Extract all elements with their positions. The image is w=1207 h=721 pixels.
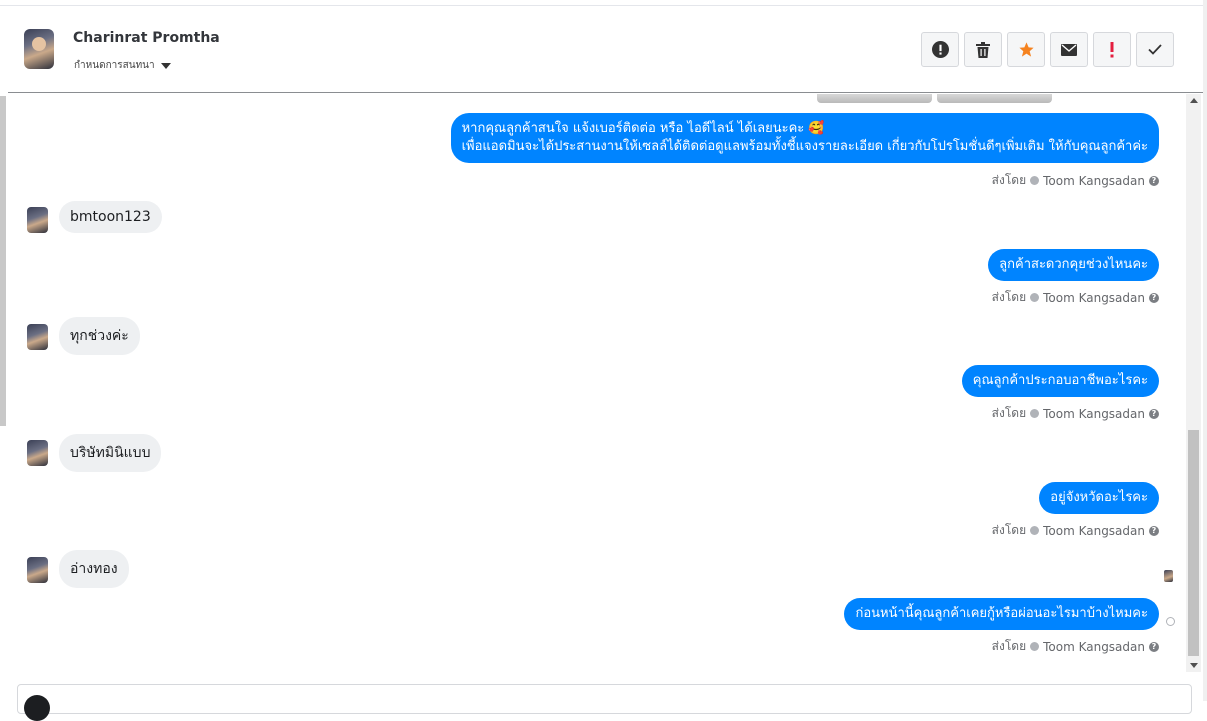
help-icon[interactable]: ? [1149, 641, 1159, 652]
alert-icon [931, 41, 949, 58]
verified-icon [1030, 176, 1040, 185]
help-icon[interactable]: ? [1149, 292, 1159, 303]
verified-icon [1030, 526, 1040, 535]
mail-icon [1061, 43, 1077, 56]
sent-by-label: ส่งโดย [991, 523, 1027, 537]
outgoing-message[interactable]: อยู่จังหวัดอะไรคะ [1039, 482, 1159, 514]
message-line: หากคุณลูกค้าสนใจ แจ้งเบอร์ติดต่อ หรือ ไอ… [461, 121, 825, 136]
incoming-message[interactable]: อ่างทอง [59, 550, 129, 588]
seen-avatar [1164, 570, 1173, 582]
caret-down-icon [160, 62, 171, 69]
sent-by-info: ส่งโดย Toom Kangsadan ? [992, 521, 1159, 540]
image-thumbnail[interactable] [817, 94, 932, 103]
previous-image-attachments [817, 94, 1052, 103]
sent-by-info: ส่งโดย Toom Kangsadan ? [992, 288, 1159, 307]
agent-avatar [24, 695, 50, 721]
outgoing-message[interactable]: ลูกค้าสะดวกคุยช่วงไหนคะ [988, 249, 1159, 281]
contact-avatar-small [27, 440, 48, 466]
agent-name[interactable]: Toom Kangsadan [1043, 174, 1145, 188]
conversation-toolbar [921, 32, 1174, 67]
report-button[interactable] [921, 32, 959, 67]
sent-by-label: ส่งโดย [991, 639, 1027, 653]
conversation-header: Charinrat Promtha กำหนดการสนทนา [8, 6, 1203, 93]
check-icon [1148, 44, 1162, 55]
outgoing-message[interactable]: ก่อนหน้านี้คุณลูกค้าเคยกู้หรือผ่อนอะไรมา… [844, 598, 1159, 630]
thread-scrollbar[interactable] [1186, 94, 1201, 672]
scrollbar-thumb[interactable] [1188, 430, 1199, 656]
help-icon[interactable]: ? [1149, 175, 1159, 186]
trash-icon [976, 41, 990, 58]
sent-by-info: ส่งโดย Toom Kangsadan ? [992, 171, 1159, 190]
verified-icon [1030, 642, 1040, 651]
conversation-schedule-dropdown[interactable]: กำหนดการสนทนา [74, 58, 171, 73]
mark-important-button[interactable] [1093, 32, 1131, 67]
agent-name[interactable]: Toom Kangsadan [1043, 407, 1145, 421]
message-text: ก่อนหน้านี้คุณลูกค้าเคยกู้หรือผ่อนอะไรมา… [855, 606, 1148, 621]
mail-button[interactable] [1050, 32, 1088, 67]
star-button[interactable] [1007, 32, 1045, 67]
delete-button[interactable] [964, 32, 1002, 67]
star-icon [1018, 42, 1034, 57]
incoming-message[interactable]: บริษัทมินิแบบ [59, 434, 162, 472]
help-icon[interactable]: ? [1149, 525, 1159, 536]
help-icon[interactable]: ? [1149, 408, 1159, 419]
scroll-down-arrow-icon[interactable] [1190, 663, 1198, 668]
left-panel-scrollbar[interactable] [0, 96, 6, 426]
important-icon [1110, 41, 1114, 57]
sent-by-label: ส่งโดย [991, 290, 1027, 304]
outgoing-message[interactable]: หากคุณลูกค้าสนใจ แจ้งเบอร์ติดต่อ หรือ ไอ… [450, 113, 1159, 163]
incoming-message[interactable]: ทุกช่วงค่ะ [59, 317, 140, 355]
agent-name[interactable]: Toom Kangsadan [1043, 524, 1145, 538]
window-edge [1203, 0, 1207, 701]
sent-by-label: ส่งโดย [991, 406, 1027, 420]
chat-window: Charinrat Promtha กำหนดการสนทนา หากคุณลู… [0, 0, 1207, 721]
outgoing-message[interactable]: คุณลูกค้าประกอบอาชีพอะไรคะ [961, 365, 1159, 397]
mark-done-button[interactable] [1136, 32, 1174, 67]
contact-avatar-small [27, 324, 48, 350]
message-text: ลูกค้าสะดวกคุยช่วงไหนคะ [999, 257, 1148, 272]
message-thread: หากคุณลูกค้าสนใจ แจ้งเบอร์ติดต่อ หรือ ไอ… [8, 94, 1186, 674]
sent-by-info: ส่งโดย Toom Kangsadan ? [992, 637, 1159, 656]
image-thumbnail[interactable] [937, 94, 1052, 103]
verified-icon [1030, 409, 1040, 418]
contact-name[interactable]: Charinrat Promtha [73, 30, 220, 46]
reply-composer[interactable] [17, 684, 1192, 721]
contact-avatar-small [27, 557, 48, 583]
sent-status-icon [1166, 617, 1175, 626]
message-line: เพื่อแอดมินจะได้ประสานงานให้เซลล์ได้ติดต… [461, 139, 1148, 154]
sent-by-label: ส่งโดย [991, 173, 1027, 187]
sent-by-info: ส่งโดย Toom Kangsadan ? [992, 404, 1159, 423]
agent-name[interactable]: Toom Kangsadan [1043, 291, 1145, 305]
incoming-message[interactable]: bmtoon123 [59, 201, 162, 233]
message-text: อยู่จังหวัดอะไรคะ [1050, 490, 1148, 505]
agent-name[interactable]: Toom Kangsadan [1043, 640, 1145, 654]
conversation-schedule-label: กำหนดการสนทนา [74, 60, 155, 71]
contact-avatar-small [27, 207, 48, 233]
contact-avatar[interactable] [24, 29, 54, 69]
scroll-up-arrow-icon[interactable] [1190, 98, 1198, 103]
verified-icon [1030, 293, 1040, 302]
message-text: คุณลูกค้าประกอบอาชีพอะไรคะ [972, 373, 1148, 388]
